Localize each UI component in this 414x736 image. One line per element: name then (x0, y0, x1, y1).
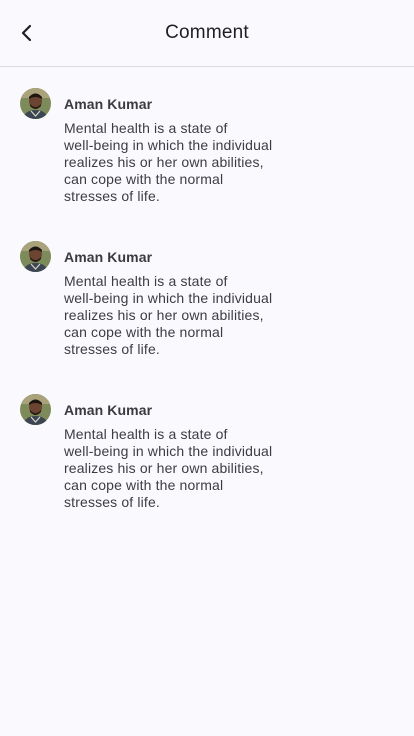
comment-text-line: realizes his or her own abilities, (64, 154, 264, 170)
comment-text: Mental health is a state of well-being i… (64, 120, 309, 205)
comment-author: Aman Kumar (64, 249, 153, 265)
comment-text: Mental health is a state of well-being i… (64, 426, 309, 511)
comment-text-line: Mental health is a state of (64, 273, 228, 289)
comment-text-line: realizes his or her own abilities, (64, 460, 264, 476)
app-header: Comment (0, 0, 414, 67)
comment-text-line: stresses of life. (64, 341, 160, 357)
comment-text-line: stresses of life. (64, 494, 160, 510)
comment-item: Aman Kumar Mental health is a state of w… (0, 88, 414, 241)
page-title: Comment (165, 22, 249, 43)
comment-text-line: Mental health is a state of (64, 120, 228, 136)
comment-text-line: stresses of life. (64, 188, 160, 204)
comment-list: Aman Kumar Mental health is a state of w… (0, 88, 414, 547)
comment-text: Mental health is a state of well-being i… (64, 273, 309, 358)
comment-text-line: well-being in which the individual (64, 290, 273, 306)
comment-text-line: can cope with the normal (64, 171, 224, 187)
comment-item: Aman Kumar Mental health is a state of w… (0, 241, 414, 394)
comment-author: Aman Kumar (64, 402, 153, 418)
comment-text-line: can cope with the normal (64, 324, 224, 340)
comment-text-line: well-being in which the individual (64, 137, 273, 153)
avatar[interactable] (20, 88, 51, 119)
comment-author: Aman Kumar (64, 96, 153, 112)
comment-text-line: Mental health is a state of (64, 426, 228, 442)
avatar[interactable] (20, 394, 51, 425)
comment-item: Aman Kumar Mental health is a state of w… (0, 394, 414, 547)
comment-text-line: well-being in which the individual (64, 443, 273, 459)
comment-text-line: realizes his or her own abilities, (64, 307, 264, 323)
comment-text-line: can cope with the normal (64, 477, 224, 493)
avatar[interactable] (20, 241, 51, 272)
